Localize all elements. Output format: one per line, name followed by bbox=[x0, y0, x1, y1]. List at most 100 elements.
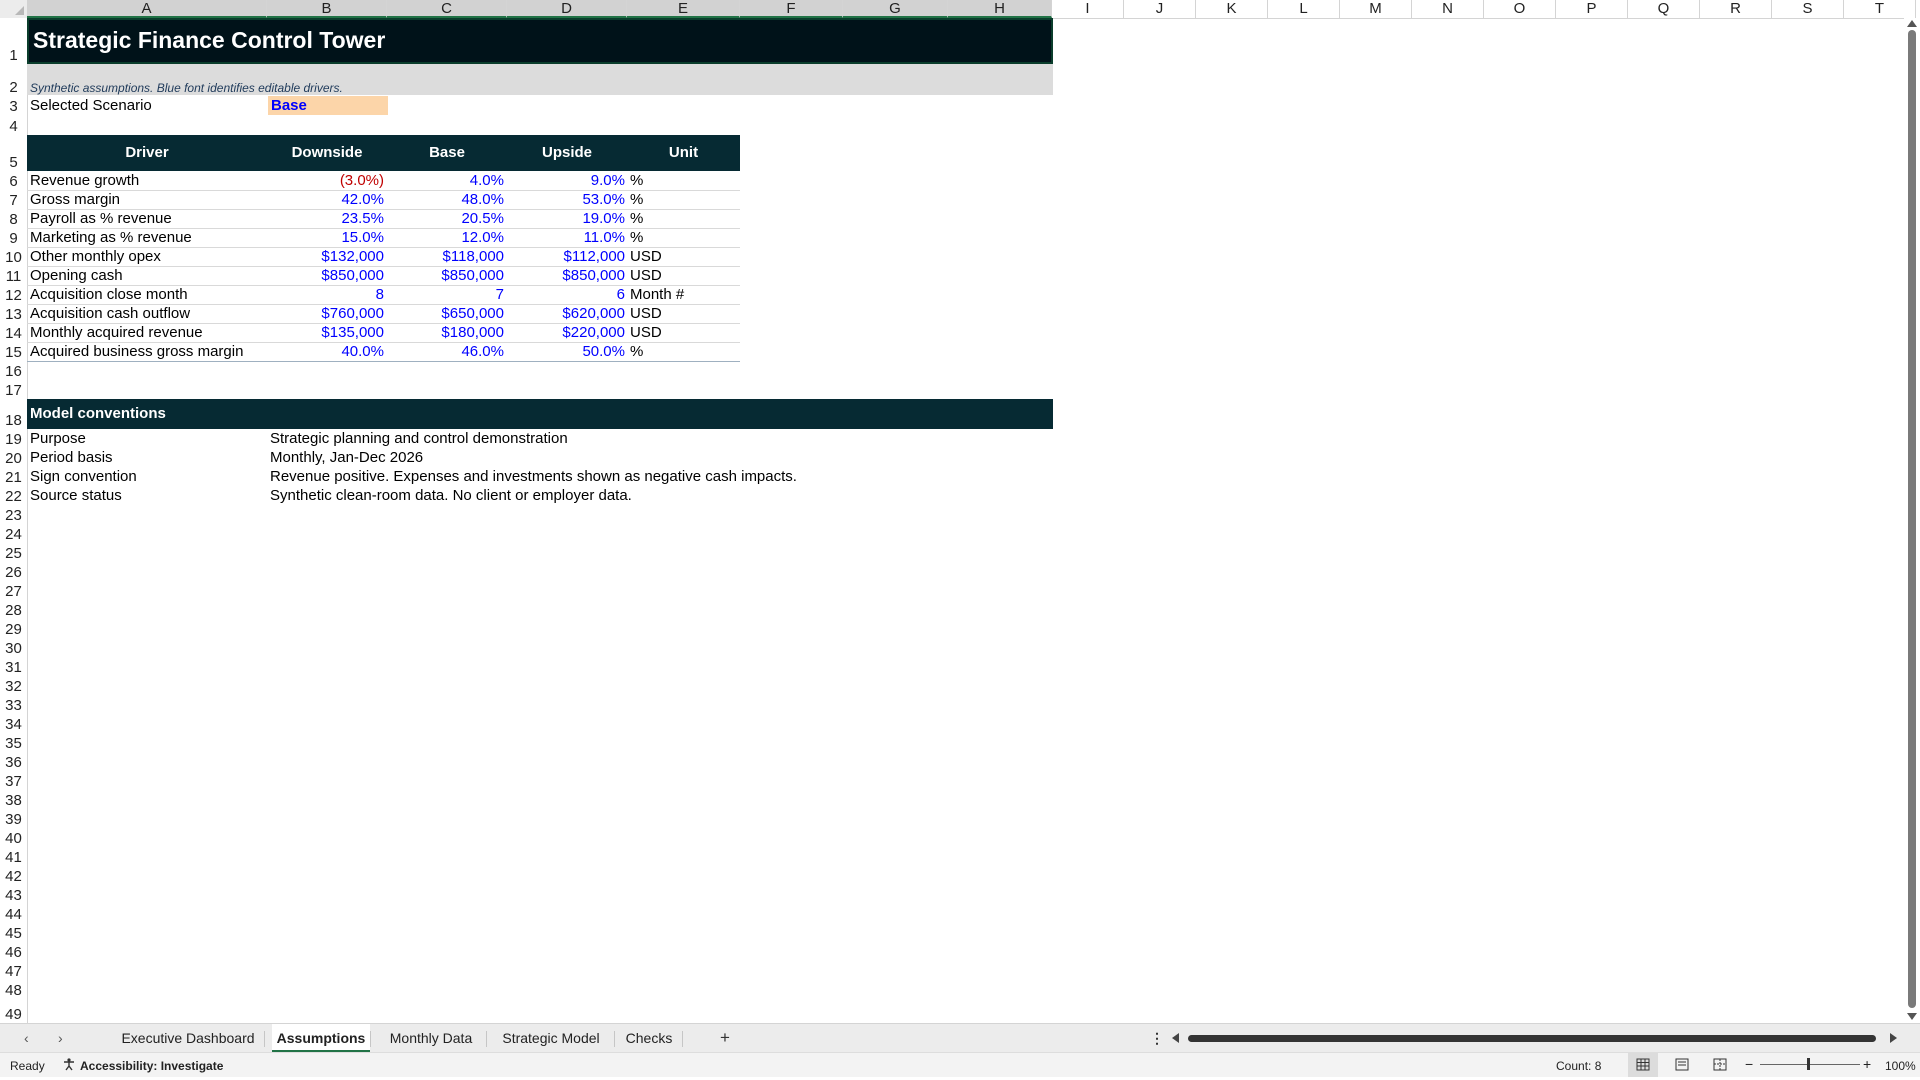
driver-unit-cell[interactable]: USD bbox=[630, 266, 662, 285]
driver-base-cell[interactable]: 46.0% bbox=[387, 342, 504, 361]
row-header-40[interactable]: 40 bbox=[0, 830, 27, 847]
column-header-g[interactable]: G bbox=[843, 0, 948, 18]
driver-driver-cell[interactable]: Opening cash bbox=[30, 266, 123, 285]
row-header-29[interactable]: 29 bbox=[0, 621, 27, 638]
convention-key[interactable]: Source status bbox=[30, 486, 122, 505]
row-header-46[interactable]: 46 bbox=[0, 944, 27, 961]
scroll-down-icon[interactable] bbox=[1907, 1013, 1917, 1020]
row-header-7[interactable]: 7 bbox=[0, 192, 27, 209]
scenario-input[interactable]: Base bbox=[268, 96, 388, 115]
driver-unit-cell[interactable]: % bbox=[630, 209, 643, 228]
convention-key[interactable]: Period basis bbox=[30, 448, 113, 467]
driver-downside-cell[interactable]: 15.0% bbox=[267, 228, 384, 247]
column-header-p[interactable]: P bbox=[1556, 0, 1628, 18]
row-header-22[interactable]: 22 bbox=[0, 488, 27, 505]
column-header-l[interactable]: L bbox=[1268, 0, 1340, 18]
next-sheet-icon[interactable]: › bbox=[58, 1030, 63, 1046]
row-header-12[interactable]: 12 bbox=[0, 287, 27, 304]
convention-value[interactable]: Synthetic clean-room data. No client or … bbox=[270, 486, 632, 505]
driver-upside-cell[interactable]: 53.0% bbox=[507, 190, 625, 209]
driver-unit-cell[interactable]: USD bbox=[630, 247, 662, 266]
driver-upside-cell[interactable]: 6 bbox=[507, 285, 625, 304]
row-header-27[interactable]: 27 bbox=[0, 583, 27, 600]
select-all-corner[interactable] bbox=[0, 0, 28, 18]
row-header-25[interactable]: 25 bbox=[0, 545, 27, 562]
row-header-13[interactable]: 13 bbox=[0, 306, 27, 323]
driver-upside-cell[interactable]: $620,000 bbox=[507, 304, 625, 323]
zoom-level[interactable]: 100% bbox=[1885, 1059, 1916, 1073]
column-header-o[interactable]: O bbox=[1484, 0, 1556, 18]
driver-base-cell[interactable]: 4.0% bbox=[387, 171, 504, 190]
row-header-39[interactable]: 39 bbox=[0, 811, 27, 828]
driver-upside-cell[interactable]: 11.0% bbox=[507, 228, 625, 247]
driver-unit-cell[interactable]: % bbox=[630, 342, 643, 361]
driver-unit-cell[interactable]: USD bbox=[630, 323, 662, 342]
row-header-1[interactable]: 1 bbox=[0, 47, 27, 64]
row-header-34[interactable]: 34 bbox=[0, 716, 27, 733]
driver-downside-cell[interactable]: $760,000 bbox=[267, 304, 384, 323]
zoom-slider-thumb[interactable] bbox=[1807, 1058, 1810, 1070]
row-header-6[interactable]: 6 bbox=[0, 173, 27, 190]
column-header-c[interactable]: C bbox=[387, 0, 507, 18]
driver-driver-cell[interactable]: Acquisition cash outflow bbox=[30, 304, 190, 323]
column-header-e[interactable]: E bbox=[627, 0, 740, 18]
page-layout-icon[interactable] bbox=[1670, 1053, 1694, 1077]
row-header-30[interactable]: 30 bbox=[0, 640, 27, 657]
row-header-18[interactable]: 18 bbox=[0, 412, 27, 429]
column-header-a[interactable]: A bbox=[27, 0, 267, 18]
row-header-36[interactable]: 36 bbox=[0, 754, 27, 771]
column-header-t[interactable]: T bbox=[1844, 0, 1916, 18]
column-header-f[interactable]: F bbox=[740, 0, 843, 18]
row-header-43[interactable]: 43 bbox=[0, 887, 27, 904]
driver-downside-cell[interactable]: 42.0% bbox=[267, 190, 384, 209]
driver-upside-cell[interactable]: 50.0% bbox=[507, 342, 625, 361]
convention-key[interactable]: Purpose bbox=[30, 429, 86, 448]
convention-value[interactable]: Revenue positive. Expenses and investmen… bbox=[270, 467, 797, 486]
driver-downside-cell[interactable]: 8 bbox=[267, 285, 384, 304]
row-header-11[interactable]: 11 bbox=[0, 268, 27, 285]
row-header-16[interactable]: 16 bbox=[0, 363, 27, 380]
driver-driver-cell[interactable]: Revenue growth bbox=[30, 171, 139, 190]
sheet-tab-assumptions[interactable]: Assumptions bbox=[272, 1024, 370, 1053]
driver-driver-cell[interactable]: Monthly acquired revenue bbox=[30, 323, 203, 342]
column-header-r[interactable]: R bbox=[1700, 0, 1772, 18]
row-header-38[interactable]: 38 bbox=[0, 792, 27, 809]
column-header-j[interactable]: J bbox=[1124, 0, 1196, 18]
prev-sheet-icon[interactable]: ‹ bbox=[24, 1030, 29, 1046]
column-header-m[interactable]: M bbox=[1340, 0, 1412, 18]
driver-base-cell[interactable]: 12.0% bbox=[387, 228, 504, 247]
row-header-23[interactable]: 23 bbox=[0, 507, 27, 524]
row-header-3[interactable]: 3 bbox=[0, 98, 27, 115]
row-header-2[interactable]: 2 bbox=[0, 79, 27, 96]
driver-base-cell[interactable]: 48.0% bbox=[387, 190, 504, 209]
driver-driver-cell[interactable]: Acquisition close month bbox=[30, 285, 188, 304]
row-header-41[interactable]: 41 bbox=[0, 849, 27, 866]
horizontal-scroll-thumb[interactable] bbox=[1188, 1035, 1876, 1042]
row-header-14[interactable]: 14 bbox=[0, 325, 27, 342]
driver-driver-cell[interactable]: Acquired business gross margin bbox=[30, 342, 243, 361]
sheet-tab-strategic-model[interactable]: Strategic Model bbox=[488, 1024, 614, 1053]
driver-upside-cell[interactable]: $220,000 bbox=[507, 323, 625, 342]
column-header-b[interactable]: B bbox=[267, 0, 387, 18]
scroll-up-icon[interactable] bbox=[1907, 20, 1917, 27]
row-header-37[interactable]: 37 bbox=[0, 773, 27, 790]
row-header-21[interactable]: 21 bbox=[0, 469, 27, 486]
vertical-scroll-thumb[interactable] bbox=[1908, 30, 1916, 1008]
driver-downside-cell[interactable]: $135,000 bbox=[267, 323, 384, 342]
page-break-icon[interactable] bbox=[1708, 1053, 1732, 1077]
scroll-left-icon[interactable] bbox=[1172, 1033, 1179, 1043]
driver-base-cell[interactable]: $850,000 bbox=[387, 266, 504, 285]
driver-unit-cell[interactable]: % bbox=[630, 190, 643, 209]
vertical-scrollbar[interactable] bbox=[1904, 18, 1920, 1023]
driver-unit-cell[interactable]: % bbox=[630, 171, 643, 190]
row-header-32[interactable]: 32 bbox=[0, 678, 27, 695]
sheet-tab-monthly-data[interactable]: Monthly Data bbox=[376, 1024, 486, 1053]
column-header-s[interactable]: S bbox=[1772, 0, 1844, 18]
zoom-slider[interactable] bbox=[1760, 1064, 1860, 1065]
convention-value[interactable]: Monthly, Jan-Dec 2026 bbox=[270, 448, 423, 467]
driver-base-cell[interactable]: 7 bbox=[387, 285, 504, 304]
driver-upside-cell[interactable]: $850,000 bbox=[507, 266, 625, 285]
row-header-5[interactable]: 5 bbox=[0, 154, 27, 171]
row-header-10[interactable]: 10 bbox=[0, 249, 27, 266]
driver-base-cell[interactable]: $650,000 bbox=[387, 304, 504, 323]
